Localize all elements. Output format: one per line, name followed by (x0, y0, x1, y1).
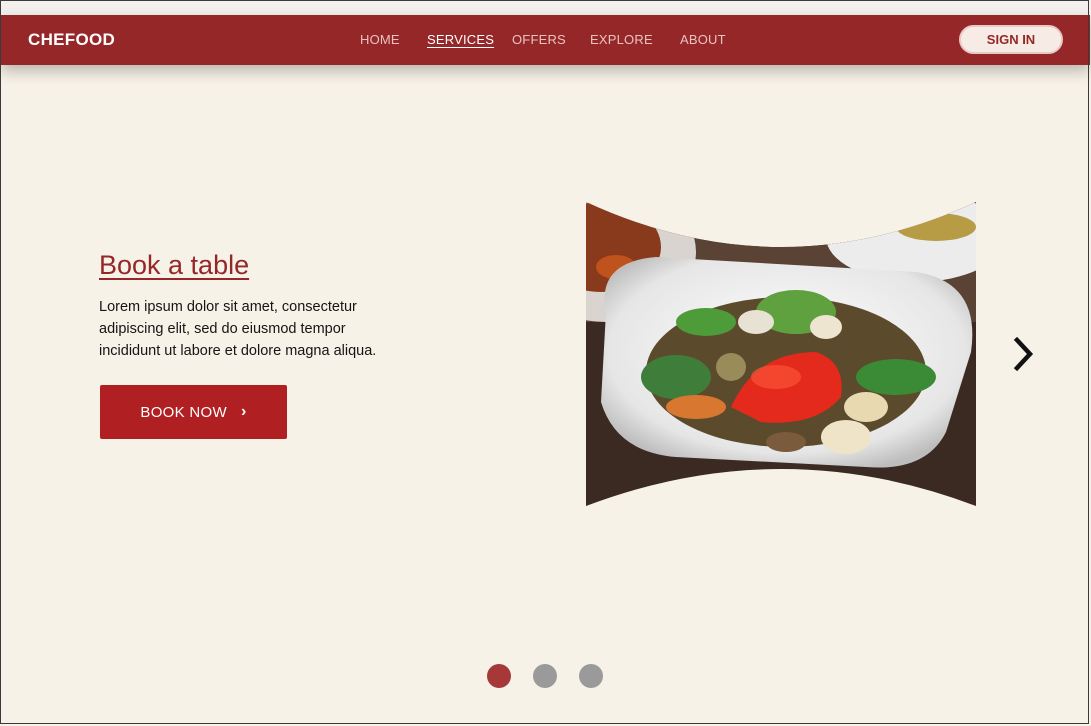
window-top-strip (1, 1, 1090, 15)
carousel-dots (487, 664, 603, 688)
navbar: CHEFOOD HOME SERVICES OFFERS EXPLORE ABO… (1, 15, 1090, 65)
nav-offers[interactable]: OFFERS (512, 15, 566, 65)
nav-services[interactable]: SERVICES (427, 15, 494, 65)
nav-home[interactable]: HOME (360, 15, 400, 65)
carousel-dot-1[interactable] (487, 664, 511, 688)
book-now-label: BOOK NOW (140, 403, 227, 421)
hero-title[interactable]: Book a table (99, 250, 249, 281)
book-now-button[interactable]: BOOK NOW › (100, 385, 287, 439)
dish-image (586, 202, 976, 506)
sign-in-button[interactable]: SIGN IN (959, 25, 1063, 54)
chevron-right-icon: › (240, 403, 247, 420)
hero-description: Lorem ipsum dolor sit amet, consectetur … (99, 299, 377, 359)
chevron-right-icon[interactable] (1008, 332, 1038, 376)
nav-about[interactable]: ABOUT (680, 15, 726, 65)
nav-explore[interactable]: EXPLORE (590, 15, 653, 65)
brand-logo[interactable]: CHEFOOD (28, 15, 115, 65)
carousel-dot-3[interactable] (579, 664, 603, 688)
carousel-dot-2[interactable] (533, 664, 557, 688)
